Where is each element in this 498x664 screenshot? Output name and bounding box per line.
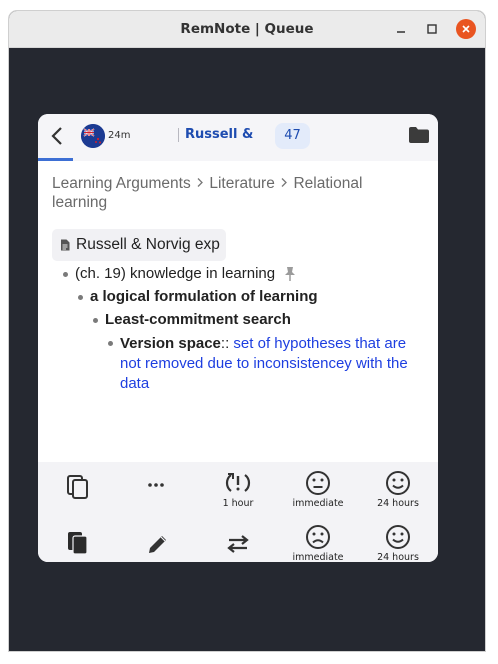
minimize-icon — [397, 31, 405, 33]
rem-text: (ch. 19) knowledge in learning — [75, 265, 276, 282]
folder-icon — [409, 127, 429, 143]
flashcard-term: Version space — [120, 335, 221, 352]
title-bar: RemNote | Queue — [9, 11, 485, 48]
flag-globe-icon — [81, 124, 105, 148]
bullet[interactable] — [108, 341, 113, 346]
maximize-icon — [427, 24, 437, 34]
rating-24h-smile-button-2[interactable]: 24 hours — [358, 524, 438, 562]
more-button[interactable] — [116, 480, 196, 490]
smile-face-icon — [386, 471, 410, 495]
pencil-icon — [149, 536, 166, 553]
document-title: Russell & Norvig exp — [76, 236, 220, 253]
avatar[interactable] — [81, 124, 105, 148]
rem-text: a logical formulation of learning — [90, 288, 318, 305]
smile-face-icon — [386, 525, 410, 549]
control-caption: immediate — [292, 498, 344, 509]
bullet[interactable] — [93, 318, 98, 323]
remaining-count-badge: 47 — [275, 123, 310, 149]
back-button[interactable] — [46, 124, 68, 148]
rating-immediate-neutral-button[interactable]: immediate — [278, 470, 358, 509]
close-button[interactable] — [456, 19, 476, 39]
rem-row-level2[interactable]: a logical formulation of learning — [78, 288, 318, 305]
breadcrumb: Learning Arguments Literature Relational… — [52, 174, 392, 212]
skip-retry-icon — [225, 473, 251, 492]
answer-controls: 1 hour immediate 24 hours immediate 24 h… — [38, 462, 438, 562]
breadcrumb-item[interactable]: Literature — [209, 175, 274, 192]
folder-button[interactable] — [408, 126, 430, 146]
queue-card: 24m Russell & 47 Learning Arguments Lite… — [38, 114, 438, 562]
flashcard-text: Version space:: set of hypotheses that a… — [120, 334, 408, 394]
skip-button[interactable]: 1 hour — [198, 470, 278, 509]
cards-outline-icon — [67, 475, 88, 499]
chevron-left-icon — [51, 127, 62, 145]
more-dots-icon — [148, 483, 164, 487]
cards-filled-icon — [68, 532, 88, 555]
swap-button[interactable] — [198, 534, 278, 554]
window-title: RemNote | Queue — [180, 21, 314, 37]
control-caption: immediate — [292, 552, 344, 562]
rem-row-flashcard[interactable]: Version space:: set of hypotheses that a… — [108, 334, 408, 394]
flashcard-separator: :: — [220, 335, 230, 352]
edit-button[interactable] — [118, 532, 198, 556]
rating-24h-smile-button[interactable]: 24 hours — [358, 470, 438, 509]
bullet[interactable] — [63, 272, 68, 277]
maximize-button[interactable] — [422, 19, 442, 39]
queue-name[interactable]: Russell & — [185, 127, 253, 142]
cards-filled-button[interactable] — [38, 530, 118, 556]
neutral-face-icon — [306, 471, 330, 495]
chevron-right-icon — [195, 175, 205, 192]
rem-text: Least-commitment search — [105, 311, 291, 328]
header-divider — [178, 128, 179, 142]
queue-header: 24m Russell & 47 — [38, 114, 438, 161]
breadcrumb-item[interactable]: Learning Arguments — [52, 175, 191, 192]
rem-row-level3[interactable]: Least-commitment search — [93, 311, 291, 328]
rating-immediate-sad-button[interactable]: immediate — [278, 524, 358, 562]
control-caption: 1 hour — [222, 498, 254, 509]
document-chip[interactable]: Russell & Norvig exp — [52, 229, 226, 261]
bullet[interactable] — [78, 295, 83, 300]
session-timer: 24m — [108, 130, 131, 141]
queue-progress-bar — [38, 158, 73, 161]
pin-icon[interactable] — [283, 266, 297, 286]
chevron-right-icon — [279, 175, 289, 192]
close-icon — [462, 25, 470, 33]
cards-button[interactable] — [38, 474, 118, 500]
minimize-button[interactable] — [391, 19, 411, 39]
rem-row-level1[interactable]: (ch. 19) knowledge in learning — [63, 265, 297, 286]
swap-arrows-icon — [227, 535, 249, 553]
control-caption: 24 hours — [377, 498, 419, 509]
sad-face-icon — [306, 525, 330, 549]
document-icon — [61, 239, 70, 251]
control-caption: 24 hours — [377, 552, 419, 562]
